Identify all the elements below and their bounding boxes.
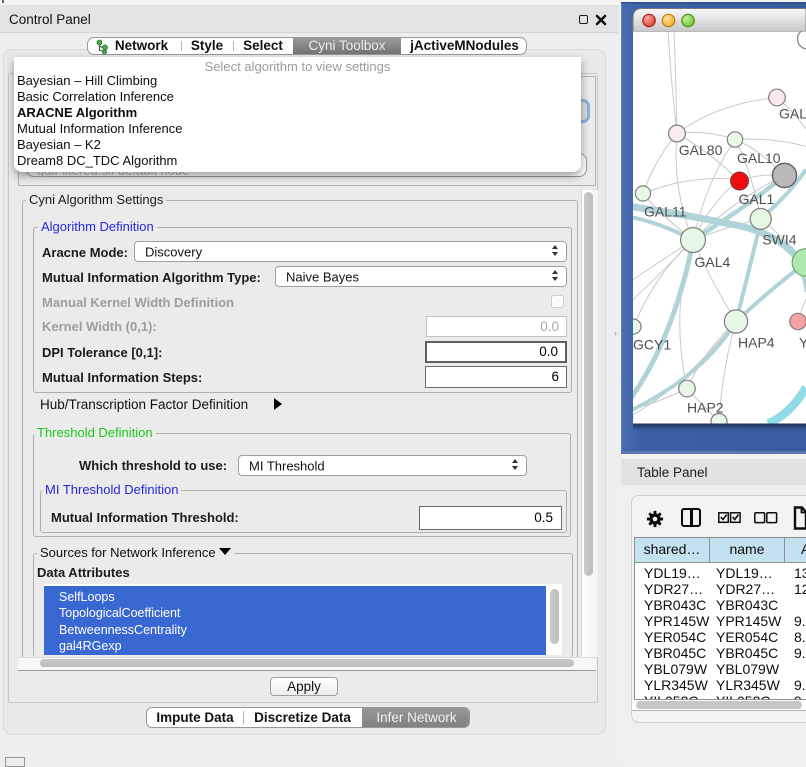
svg-text:GAL11: GAL11: [644, 204, 687, 220]
svg-text:GAL10: GAL10: [737, 150, 781, 166]
svg-text:Y: Y: [799, 335, 806, 351]
svg-text:GAL80: GAL80: [679, 142, 723, 158]
svg-text:GAL4: GAL4: [695, 254, 731, 270]
svg-text:GAL1: GAL1: [739, 191, 775, 207]
svg-text:HAP4: HAP4: [738, 335, 775, 351]
svg-text:HAP2: HAP2: [687, 400, 724, 416]
svg-text:SWI4: SWI4: [762, 232, 796, 248]
svg-text:GCY1: GCY1: [633, 337, 671, 353]
svg-text:GAL2: GAL2: [779, 106, 806, 122]
